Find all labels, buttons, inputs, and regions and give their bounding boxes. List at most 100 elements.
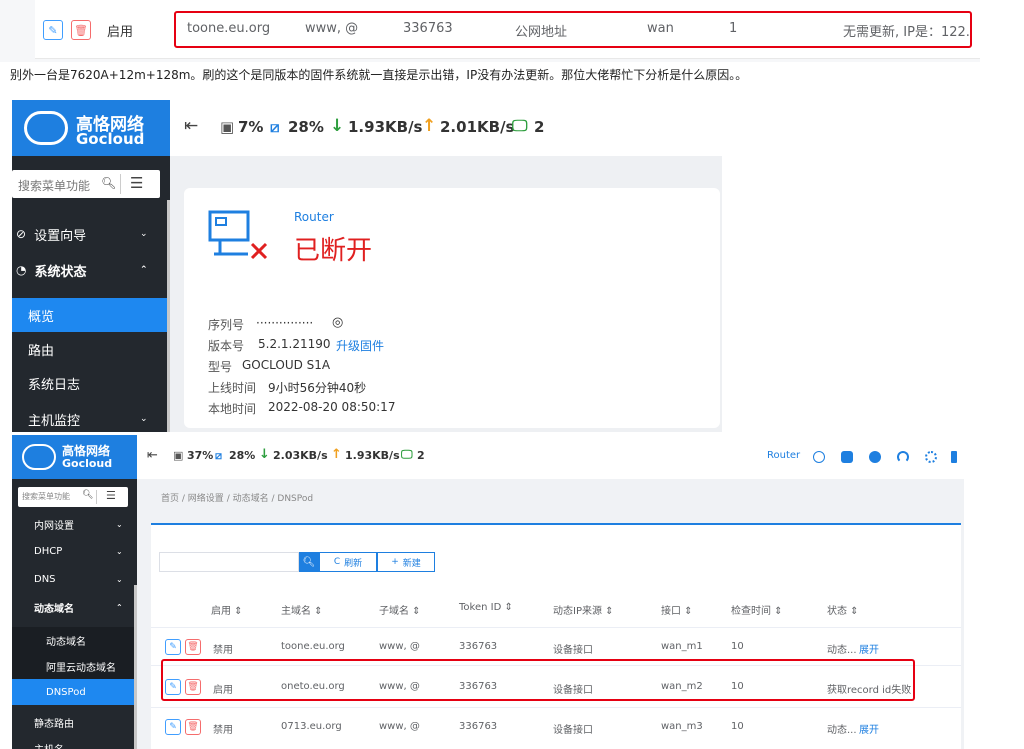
cell-ip-source: 设备接口 <box>553 725 593 736</box>
breadcrumb-network[interactable]: 网络设置 <box>188 494 224 504</box>
cloud-upload-icon[interactable] <box>897 451 909 463</box>
cpu-usage: 7% <box>238 118 264 136</box>
menu-item-dns[interactable]: DNS ⌄ <box>12 566 137 592</box>
column-interval[interactable]: 检查时间 ⇕ <box>731 602 783 617</box>
column-interface[interactable]: 接口 ⇕ <box>661 602 693 617</box>
column-ip-source[interactable]: 动态IP来源 ⇕ <box>553 602 614 617</box>
collapse-menu-icon[interactable]: ⇤ <box>147 448 158 463</box>
edit-icon[interactable]: ✎ <box>165 639 181 655</box>
menu-toggle-icon[interactable]: ☰ <box>130 174 143 192</box>
cpu-icon: ▣ <box>220 118 235 136</box>
cell-ip-source: 设备接口 <box>553 645 593 656</box>
row-interval: 1 <box>729 21 738 36</box>
menu-item-syslog[interactable]: 系统日志 <box>12 366 167 400</box>
column-subdomain[interactable]: 子域名 ⇕ <box>379 602 421 617</box>
gear-icon[interactable] <box>925 451 937 463</box>
search-icon[interactable]: 🔍︎ <box>82 490 93 500</box>
breadcrumb-current: DNSPod <box>277 494 314 504</box>
shirt-icon[interactable] <box>841 451 853 463</box>
globe-icon[interactable] <box>869 451 881 463</box>
cell-token: 336763 <box>459 641 498 652</box>
cell-interface: wan_m1 <box>661 641 703 652</box>
menu-item-wizard[interactable]: ⊘ 设置向导 ⌄ <box>12 217 167 251</box>
breadcrumb: 首页 / 网络设置 / 动态域名 / DNSPod <box>161 494 314 504</box>
search-icon[interactable]: 🔍︎ <box>101 176 116 190</box>
brand-name-en: Gocloud <box>62 457 113 470</box>
column-token[interactable]: Token ID ⇕ <box>459 602 513 613</box>
menu-item-dhcp[interactable]: DHCP ⌄ <box>12 538 137 564</box>
eye-icon[interactable]: ◎ <box>332 315 343 330</box>
search-icon: 🔍︎ <box>302 556 316 568</box>
delete-icon[interactable]: 🗑 <box>185 639 201 655</box>
serial-value: ··············· <box>256 316 314 330</box>
column-enable[interactable]: 启用 ⇕ <box>211 602 243 617</box>
top-stats-bar: ⇤ ▣ 37% ⧄ 28% ↓ 2.03KB/s ↑ 1.93KB/s 🖵 2 … <box>137 435 964 480</box>
previous-screenshot-strip: ✎ 🗑 启用 toone.eu.org www, @ 336763 公网地址 w… <box>0 0 980 62</box>
arrow-down-icon: ↓ <box>259 447 270 462</box>
menu-search-input[interactable]: 搜索菜单功能 <box>22 491 70 502</box>
delete-icon[interactable]: 🗑 <box>71 20 91 40</box>
memory-usage: 28% <box>229 449 256 462</box>
cell-subdomain: www, @ <box>379 721 420 732</box>
download-speed: 2.03KB/s <box>273 449 328 462</box>
local-time-value: 2022-08-20 08:50:17 <box>268 400 396 414</box>
arrow-up-icon: ↑ <box>331 447 342 462</box>
cloud-logo-icon <box>24 111 68 145</box>
cell-enable: 禁用 <box>213 725 233 736</box>
top-stats-bar: ⇤ ▣ 7% ⧄ 28% ↓ 1.93KB/s ↑ 2.01KB/s 🖵 2 <box>170 100 722 156</box>
menu-item-route[interactable]: 路由 <box>12 332 167 366</box>
edit-icon[interactable]: ✎ <box>165 719 181 735</box>
menu-item-static-route[interactable]: 静态路由 <box>12 709 137 735</box>
memory-icon: ⧄ <box>215 449 222 462</box>
cloud-logo-icon <box>22 444 56 470</box>
menu-item-aliyun[interactable]: 阿里云动态域名 <box>12 653 137 679</box>
chevron-down-icon: ⌄ <box>116 519 123 529</box>
download-speed: 1.93KB/s <box>348 118 423 136</box>
menu-item-ddns-sub[interactable]: 动态域名 <box>12 627 137 653</box>
dnspod-screenshot: 高恪网络 Gocloud 搜索菜单功能 🔍︎ ☰ 内网设置 ⌄ DHCP ⌄ D… <box>12 435 964 749</box>
router-label: Router <box>294 210 334 224</box>
search-button[interactable]: 🔍︎ <box>299 552 319 572</box>
sidebar: 高恪网络 Gocloud 搜索菜单功能 🔍︎ ☰ ⊘ 设置向导 ⌄ ◔ 系统状态… <box>12 100 170 432</box>
menu-item-ddns[interactable]: 动态域名 ⌃ <box>12 594 137 620</box>
breadcrumb-home[interactable]: 首页 <box>161 494 179 504</box>
delete-icon[interactable]: 🗑 <box>185 719 201 735</box>
main-content: 首页 / 网络设置 / 动态域名 / DNSPod 🔍︎ C 刷新 + 新建 启用 … <box>137 479 964 749</box>
exit-icon[interactable] <box>951 451 957 463</box>
info-icon[interactable] <box>813 451 825 463</box>
sidebar-scrollbar[interactable] <box>167 200 170 432</box>
breadcrumb-ddns[interactable]: 动态域名 <box>233 494 269 504</box>
uptime-value: 9小时56分钟40秒 <box>268 381 367 395</box>
router-overview-screenshot: 高恪网络 Gocloud 搜索菜单功能 🔍︎ ☰ ⊘ 设置向导 ⌄ ◔ 系统状态… <box>12 100 722 432</box>
monitor-icon: 🖵 <box>401 447 413 461</box>
cell-token: 336763 <box>459 721 498 732</box>
client-count: 2 <box>417 449 425 462</box>
row-domain: toone.eu.org <box>187 21 271 36</box>
menu-toggle-icon[interactable]: ☰ <box>106 489 116 502</box>
menu-search-input[interactable]: 搜索菜单功能 <box>18 177 90 194</box>
router-link[interactable]: Router <box>767 450 800 461</box>
menu-item-monitor[interactable]: 主机监控 ⌄ <box>12 402 167 432</box>
menu-search: 搜索菜单功能 🔍︎ ☰ <box>18 487 128 507</box>
cell-state: 动态... <box>827 725 857 736</box>
menu-item-hostname[interactable]: 主机名 <box>12 735 137 749</box>
menu-item-dnspod[interactable]: DNSPod <box>12 679 137 705</box>
menu-item-lan[interactable]: 内网设置 ⌄ <box>12 511 137 537</box>
upgrade-firmware-link[interactable]: 升级固件 <box>336 337 384 354</box>
row-enable-status: 启用 <box>107 25 134 40</box>
refresh-button[interactable]: C 刷新 <box>319 552 377 572</box>
arrow-up-icon: ↑ <box>422 116 437 136</box>
menu-item-overview[interactable]: 概览 <box>12 298 167 332</box>
expand-link[interactable]: 展开 <box>859 721 879 736</box>
edit-icon[interactable]: ✎ <box>43 20 63 40</box>
add-button[interactable]: + 新建 <box>377 552 435 572</box>
column-state[interactable]: 状态 ⇕ <box>827 602 859 617</box>
client-count: 2 <box>534 118 545 136</box>
uptime-label: 上线时间 <box>208 381 257 395</box>
expand-link[interactable]: 展开 <box>859 641 879 656</box>
filter-input[interactable] <box>159 552 299 572</box>
model-label: 型号 <box>208 360 233 374</box>
menu-item-status[interactable]: ◔ 系统状态 ⌃ <box>12 253 167 287</box>
collapse-menu-icon[interactable]: ⇤ <box>184 116 198 136</box>
column-domain[interactable]: 主域名 ⇕ <box>281 602 323 617</box>
